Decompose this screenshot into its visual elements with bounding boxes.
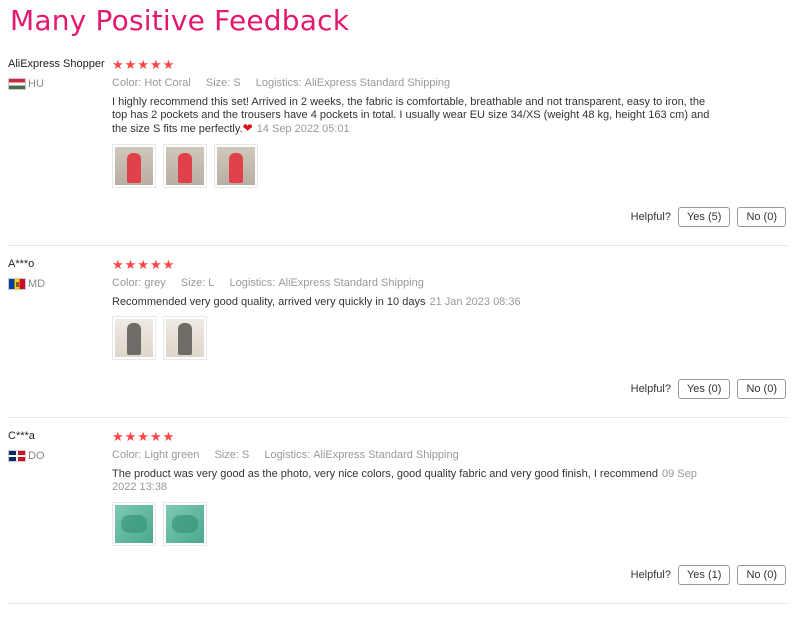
review-text: The product was very good as the photo, …: [112, 468, 702, 494]
review-text: Recommended very good quality, arrived v…: [112, 296, 712, 309]
review-photos: [112, 502, 207, 546]
country-code: MD: [28, 278, 46, 290]
size-label: Size:: [205, 77, 231, 89]
color-value: Light green: [144, 449, 200, 461]
logistics-label: Logistics:: [255, 77, 302, 89]
size-value: S: [233, 77, 241, 89]
color-label: Color:: [112, 449, 142, 461]
divider: [8, 603, 788, 604]
star-rating: ★★★★★: [112, 57, 176, 72]
review-body: Recommended very good quality, arrived v…: [112, 296, 426, 308]
color-value: grey: [144, 277, 166, 289]
reviewer-country: MD: [8, 278, 45, 290]
review-date: 14 Sep 2022 05:01: [256, 123, 350, 135]
color-label: Color:: [112, 77, 142, 89]
dominican-republic-flag-icon: [8, 450, 26, 462]
size-value: S: [241, 449, 250, 461]
review-text: I highly recommend this set! Arrived in …: [112, 96, 712, 136]
review-date: 21 Jan 2023 08:36: [429, 296, 521, 308]
helpful-label: Helpful?: [630, 569, 671, 581]
size-value: L: [208, 277, 215, 289]
reviewer-country: DO: [8, 450, 45, 462]
divider: [8, 245, 788, 246]
logistics-label: Logistics:: [229, 277, 276, 289]
logistics-value: AliExpress Standard Shipping: [304, 77, 451, 89]
product-attributes: Color: grey Size: L Logistics: AliExpress S…: [112, 277, 436, 289]
page-heading: Many Positive Feedback: [10, 4, 350, 37]
helpful-section: Helpful? Yes (5) No (0): [631, 207, 786, 227]
review-photos: [112, 316, 207, 360]
star-rating: ★★★★★: [112, 257, 176, 272]
helpful-section: Helpful? Yes (1) No (0): [631, 565, 786, 585]
divider: [8, 417, 788, 418]
review-photo-thumbnail[interactable]: [163, 316, 207, 360]
size-label: Size:: [214, 449, 239, 461]
review-photos: [112, 144, 258, 188]
moldova-flag-icon: [8, 278, 26, 290]
review-photo-thumbnail[interactable]: [163, 502, 207, 546]
review-body: The product was very good as the photo, …: [112, 468, 659, 480]
helpful-no-button[interactable]: No (0): [737, 207, 786, 227]
helpful-label: Helpful?: [630, 211, 671, 223]
helpful-label: Helpful?: [630, 383, 671, 395]
reviewer-country: HU: [8, 78, 44, 90]
reviewer-name: C***a: [8, 430, 35, 442]
review-photo-thumbnail[interactable]: [112, 144, 156, 188]
review-photo-thumbnail[interactable]: [214, 144, 258, 188]
star-rating: ★★★★★: [112, 429, 176, 444]
helpful-no-button[interactable]: No (0): [737, 565, 786, 585]
logistics-value: AliExpress Standard Shipping: [278, 277, 424, 289]
logistics-value: AliExpress Standard Shipping: [313, 449, 459, 461]
helpful-yes-button[interactable]: Yes (0): [677, 379, 731, 399]
helpful-yes-button[interactable]: Yes (1): [677, 565, 731, 585]
helpful-yes-button[interactable]: Yes (5): [677, 207, 731, 227]
reviewer-name: A***o: [8, 258, 35, 270]
heart-icon: ❤: [242, 121, 253, 135]
reviewer-name: AliExpress Shopper: [8, 58, 105, 70]
color-value: Hot Coral: [144, 77, 191, 89]
helpful-section: Helpful? Yes (0) No (0): [631, 379, 786, 399]
helpful-no-button[interactable]: No (0): [737, 379, 786, 399]
product-attributes: Color: Light green Size: S Logistics: AliEx…: [112, 449, 471, 461]
country-code: HU: [28, 78, 44, 90]
review-body: I highly recommend this set! Arrived in …: [112, 96, 710, 135]
product-attributes: Color: Hot Coral Size: S Logistics: AliExpr…: [112, 77, 462, 89]
logistics-label: Logistics:: [264, 449, 311, 461]
hungary-flag-icon: [8, 78, 26, 90]
review-photo-thumbnail[interactable]: [112, 316, 156, 360]
review-photo-thumbnail[interactable]: [112, 502, 156, 546]
country-code: DO: [28, 450, 45, 462]
review-photo-thumbnail[interactable]: [163, 144, 207, 188]
size-label: Size:: [180, 277, 206, 289]
color-label: Color:: [112, 277, 142, 289]
